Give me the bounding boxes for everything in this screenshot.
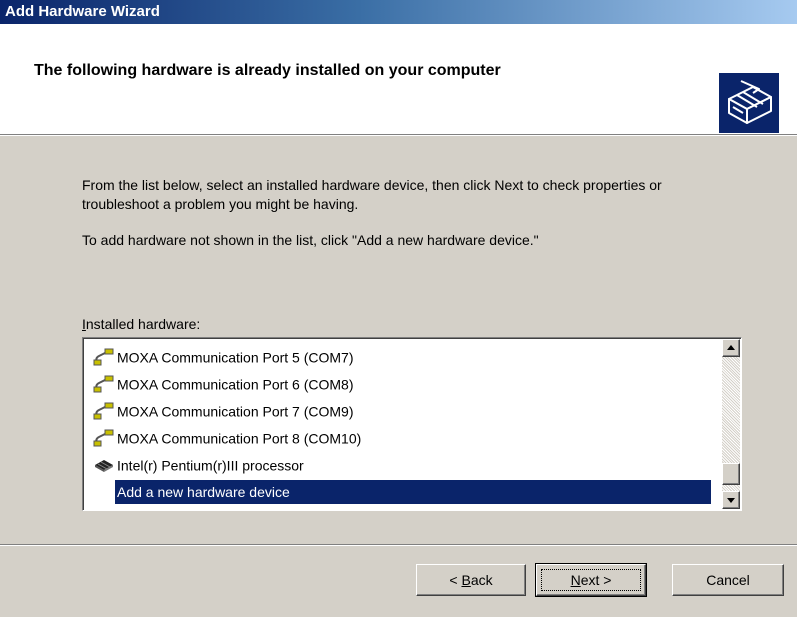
list-item-label: MOXA Communication Port 6 (COM8) <box>117 376 354 393</box>
cancel-button[interactable]: Cancel <box>672 564 784 596</box>
port-icon <box>93 402 114 420</box>
list-item[interactable]: MOXA Communication Port 6 (COM8) <box>93 371 354 395</box>
footer-separator-light <box>0 545 797 546</box>
arrow-up-icon <box>727 345 735 350</box>
list-item-label: MOXA Communication Port 5 (COM7) <box>117 349 354 366</box>
list-item[interactable]: MOXA Communication Port 8 (COM10) <box>93 425 361 449</box>
scroll-down-button[interactable] <box>722 491 740 509</box>
hardware-wizard-icon <box>719 73 779 133</box>
focus-rect <box>541 569 641 591</box>
processor-icon <box>95 460 113 473</box>
next-button[interactable]: Next > <box>535 563 647 597</box>
list-item[interactable]: MOXA Communication Port 5 (COM7) <box>93 344 354 368</box>
wizard-header: The following hardware is already instal… <box>0 24 797 134</box>
vertical-scrollbar[interactable] <box>722 339 740 509</box>
list-item-add-new-hardware[interactable]: Add a new hardware device <box>115 479 715 505</box>
list-item-label: MOXA Communication Port 7 (COM9) <box>117 403 354 420</box>
arrow-down-icon <box>727 498 735 503</box>
back-label: ack <box>470 572 493 588</box>
installed-hardware-list[interactable]: MOXA Communication Port 5 (COM7) MOXA Co… <box>82 337 742 511</box>
back-button[interactable]: < Back <box>416 564 526 596</box>
title-bar[interactable]: Add Hardware Wizard <box>0 0 797 24</box>
port-icon <box>93 375 114 393</box>
window-title: Add Hardware Wizard <box>5 3 160 20</box>
port-icon <box>93 429 114 447</box>
back-prefix: < <box>449 572 462 588</box>
header-separator-light <box>0 135 797 136</box>
scroll-up-button[interactable] <box>722 339 740 357</box>
list-item-label: MOXA Communication Port 8 (COM10) <box>117 430 362 447</box>
back-accelerator: B <box>461 572 471 588</box>
label-text: nstalled hardware: <box>85 316 201 332</box>
port-icon <box>93 348 114 366</box>
list-item[interactable]: Intel(r) Pentium(r)III processor <box>93 452 304 476</box>
list-item[interactable]: MOXA Communication Port 7 (COM9) <box>93 398 354 422</box>
scroll-thumb[interactable] <box>722 463 740 485</box>
instructions-paragraph-2: To add hardware not shown in the list, c… <box>82 232 539 248</box>
list-item-label: Intel(r) Pentium(r)III processor <box>117 457 304 474</box>
header-title: The following hardware is already instal… <box>34 62 501 79</box>
instructions-paragraph-1: From the list below, select an installed… <box>82 177 662 212</box>
installed-hardware-label: Installed hardware: <box>82 316 200 332</box>
list-item-label: Add a new hardware device <box>115 480 711 505</box>
